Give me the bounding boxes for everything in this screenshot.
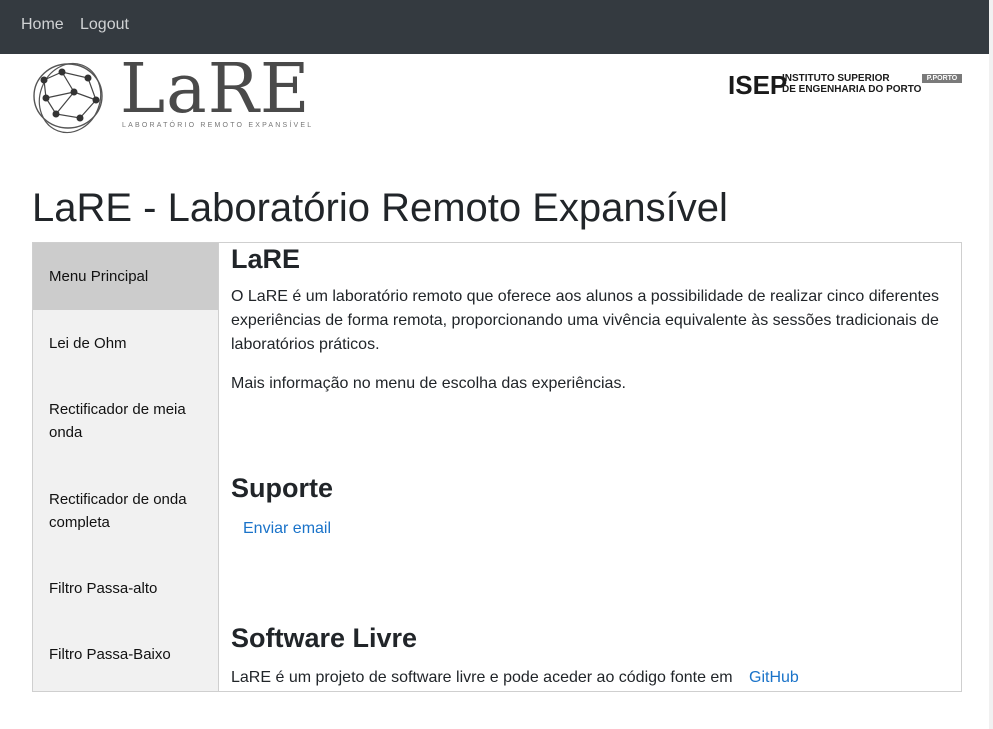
sidebar-item-label: Filtro Passa-Baixo: [49, 646, 171, 663]
content-area: LaRE O LaRE é um laboratório remoto que …: [231, 243, 951, 691]
more-info-text: Mais informação no menu de escolha das e…: [231, 375, 626, 392]
sidebar-item-label: Lei de Ohm: [49, 334, 127, 352]
brand-name: LaRE: [120, 50, 311, 129]
sidebar: Menu Principal Lei de Ohm Rectificador d…: [33, 243, 219, 691]
sidebar-item-filtro-passa-baixo[interactable]: Filtro Passa-Baixo: [33, 621, 218, 688]
lare-description: O LaRE é um laboratório remoto que ofere…: [231, 288, 939, 353]
brand-subtitle: Laboratório Remoto Expansível: [122, 122, 314, 129]
lare-logo: LaRE Laboratório Remoto Expansível: [30, 50, 320, 138]
section-title-software-livre: Software Livre: [231, 623, 418, 653]
section-title-lare: LaRE: [231, 244, 301, 274]
sidebar-item-filtro-passa-alto[interactable]: Filtro Passa-alto: [33, 555, 218, 621]
section-title-suporte: Suporte: [231, 473, 334, 503]
page-scrollbar[interactable]: [989, 0, 993, 729]
github-link[interactable]: GitHub: [749, 669, 799, 687]
sidebar-item-rectificador-onda-completa[interactable]: Rectificador de onda completa: [33, 466, 218, 555]
sidebar-item-lei-de-ohm[interactable]: Lei de Ohm: [33, 310, 218, 376]
sidebar-item-label: Filtro Passa-alto: [49, 579, 158, 597]
sidebar-item-label: Menu Principal: [49, 268, 149, 285]
isep-line-2: DE ENGENHARIA DO PORTO: [782, 84, 922, 95]
sidebar-item-label: Rectificador de meia onda: [49, 401, 186, 441]
isep-acronym: ISEP: [728, 70, 788, 100]
network-circle-icon: [33, 62, 103, 134]
sidebar-item-rectificador-meia-onda[interactable]: Rectificador de meia onda: [33, 376, 218, 466]
sidebar-item-label: Rectificador de onda completa: [49, 490, 187, 531]
software-livre-text: LaRE é um projeto de software livre e po…: [231, 669, 733, 686]
isep-line-1: INSTITUTO SUPERIOR: [782, 73, 890, 84]
sidebar-item-menu-principal[interactable]: Menu Principal: [33, 243, 218, 310]
nav-home-link[interactable]: Home: [21, 16, 64, 34]
main-panel: Menu Principal Lei de Ohm Rectificador d…: [32, 242, 962, 692]
pporto-badge: P.PORTO: [922, 74, 962, 83]
isep-logo: ISEP INSTITUTO SUPERIOR DE ENGENHARIA DO…: [728, 70, 963, 100]
top-navbar: Home Logout: [0, 0, 993, 54]
nav-logout-link[interactable]: Logout: [80, 16, 129, 34]
send-email-link[interactable]: Enviar email: [243, 520, 331, 538]
page-title: LaRE - Laboratório Remoto Expansível: [32, 186, 728, 230]
